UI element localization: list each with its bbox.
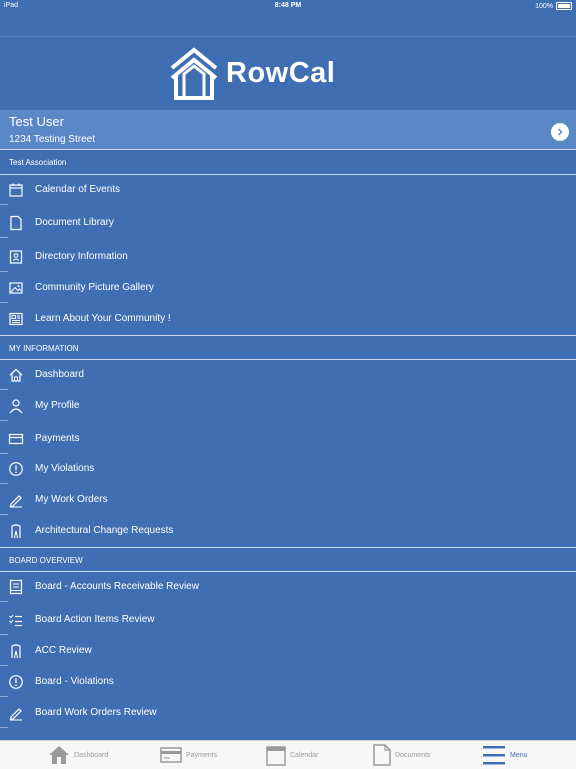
menu-item-label: My Work Orders <box>35 494 108 505</box>
section-header-board-overview: BOARD OVERVIEW <box>9 556 83 565</box>
menu-item-payments[interactable]: Payments <box>0 424 576 454</box>
menu-item-my-profile[interactable]: My Profile <box>0 391 576 421</box>
tab-label: Menu <box>510 751 528 759</box>
menu-item-label: Dashboard <box>35 369 84 380</box>
item-separator <box>0 727 8 728</box>
menu-item-my-work-orders[interactable]: My Work Orders <box>0 485 576 515</box>
menu-item-board-violations[interactable]: Board - Violations <box>0 667 576 697</box>
item-separator <box>0 389 8 390</box>
image-icon <box>9 282 23 294</box>
tab-menu[interactable]: Menu <box>482 741 528 769</box>
menu-item-dashboard[interactable]: Dashboard <box>0 360 576 390</box>
menu-item-label: Board Action Items Review <box>35 614 155 625</box>
alert-icon <box>9 462 23 476</box>
menu-item-board-accounts-receivable[interactable]: Board - Accounts Receivable Review <box>0 572 576 602</box>
item-separator <box>0 204 8 205</box>
status-bar: iPad 8:48 PM 100% <box>0 0 576 12</box>
menu-item-architectural-change-requests[interactable]: Architectural Change Requests <box>0 516 576 546</box>
architecture-icon <box>11 644 21 659</box>
battery-percent: 100% <box>535 2 553 10</box>
menu-item-label: Document Library <box>35 217 114 228</box>
menu-item-label: Board Work Orders Review <box>35 707 157 718</box>
section-header-my-information: MY INFORMATION <box>9 344 79 353</box>
newspaper-icon <box>9 312 23 326</box>
status-time: 8:48 PM <box>274 2 302 9</box>
menu-item-label: Board - Accounts Receivable Review <box>35 581 199 592</box>
item-separator <box>0 302 8 303</box>
calendar-icon <box>9 183 23 197</box>
home-icon <box>49 746 69 764</box>
hamburger-icon <box>483 746 505 765</box>
alert-icon <box>9 675 23 689</box>
menu-item-label: ACC Review <box>35 645 92 656</box>
tab-label: Documents <box>395 751 431 759</box>
tab-label: Payments <box>186 751 218 759</box>
menu-item-directory-information[interactable]: Directory Information <box>0 242 576 272</box>
user-name: Test User <box>9 114 64 129</box>
battery-status: 100% <box>535 2 572 10</box>
menu-item-label: Directory Information <box>35 251 128 262</box>
menu-item-label: Community Picture Gallery <box>35 282 154 293</box>
tab-label: Calendar <box>290 751 319 759</box>
user-address: 1234 Testing Street <box>9 134 95 145</box>
item-separator <box>0 634 8 635</box>
menu-item-label: Calendar of Events <box>35 184 121 195</box>
menu-item-label: My Profile <box>35 400 80 411</box>
architecture-icon <box>11 524 21 539</box>
menu-item-label: My Violations <box>35 463 95 474</box>
menu-item-document-library[interactable]: Document Library <box>0 208 576 238</box>
brand-name: RowCal <box>226 56 336 89</box>
menu-item-calendar-of-events[interactable]: Calendar of Events <box>0 175 576 205</box>
credit-card-icon <box>8 433 24 445</box>
menu-item-learn-about-community[interactable]: Learn About Your Community ! <box>0 304 576 334</box>
item-separator <box>0 514 8 515</box>
brand-logo: RowCal <box>170 46 335 100</box>
checklist-icon <box>9 614 22 627</box>
menu-item-acc-review[interactable]: ACC Review <box>0 636 576 666</box>
pencil-icon <box>9 708 22 721</box>
document-icon <box>373 744 391 766</box>
item-separator <box>0 665 8 666</box>
document-icon <box>10 215 22 231</box>
menu-item-community-picture-gallery[interactable]: Community Picture Gallery <box>0 273 576 303</box>
menu-item-label: Board - Violations <box>35 676 114 687</box>
item-separator <box>0 420 8 421</box>
menu-item-board-action-items[interactable]: Board Action Items Review <box>0 605 576 635</box>
tab-dashboard[interactable]: Dashboard <box>48 741 108 769</box>
tab-label: Dashboard <box>74 751 109 759</box>
item-separator <box>0 601 8 602</box>
section-header-association: Test Association <box>9 158 67 167</box>
pencil-icon <box>9 495 22 508</box>
menu-item-label: Architectural Change Requests <box>35 525 174 536</box>
menu-item-label: Learn About Your Community ! <box>35 313 171 324</box>
menu-item-my-violations[interactable]: My Violations <box>0 454 576 484</box>
battery-icon <box>556 2 572 10</box>
tab-payments[interactable]: Payments <box>160 741 217 769</box>
user-profile-bar[interactable]: Test User 1234 Testing Street <box>0 110 576 149</box>
item-separator <box>0 271 8 272</box>
credit-card-icon <box>160 747 182 763</box>
chevron-right-icon[interactable] <box>551 123 569 141</box>
tab-calendar[interactable]: Calendar <box>266 741 318 769</box>
ledger-icon <box>9 579 23 595</box>
bottom-tab-bar: Dashboard Payments Calendar Documents Me… <box>0 740 576 769</box>
item-separator <box>0 696 8 697</box>
rowcal-logo-icon <box>170 47 218 100</box>
menu-item-board-work-orders[interactable]: Board Work Orders Review <box>0 698 576 728</box>
tab-documents[interactable]: Documents <box>373 741 430 769</box>
item-separator <box>0 483 8 484</box>
menu-item-label: Payments <box>35 433 80 444</box>
contact-card-icon <box>9 250 23 264</box>
header-divider <box>0 36 576 37</box>
item-separator <box>0 237 8 238</box>
person-icon <box>9 399 23 414</box>
home-icon <box>9 368 23 382</box>
calendar-icon <box>266 746 286 766</box>
